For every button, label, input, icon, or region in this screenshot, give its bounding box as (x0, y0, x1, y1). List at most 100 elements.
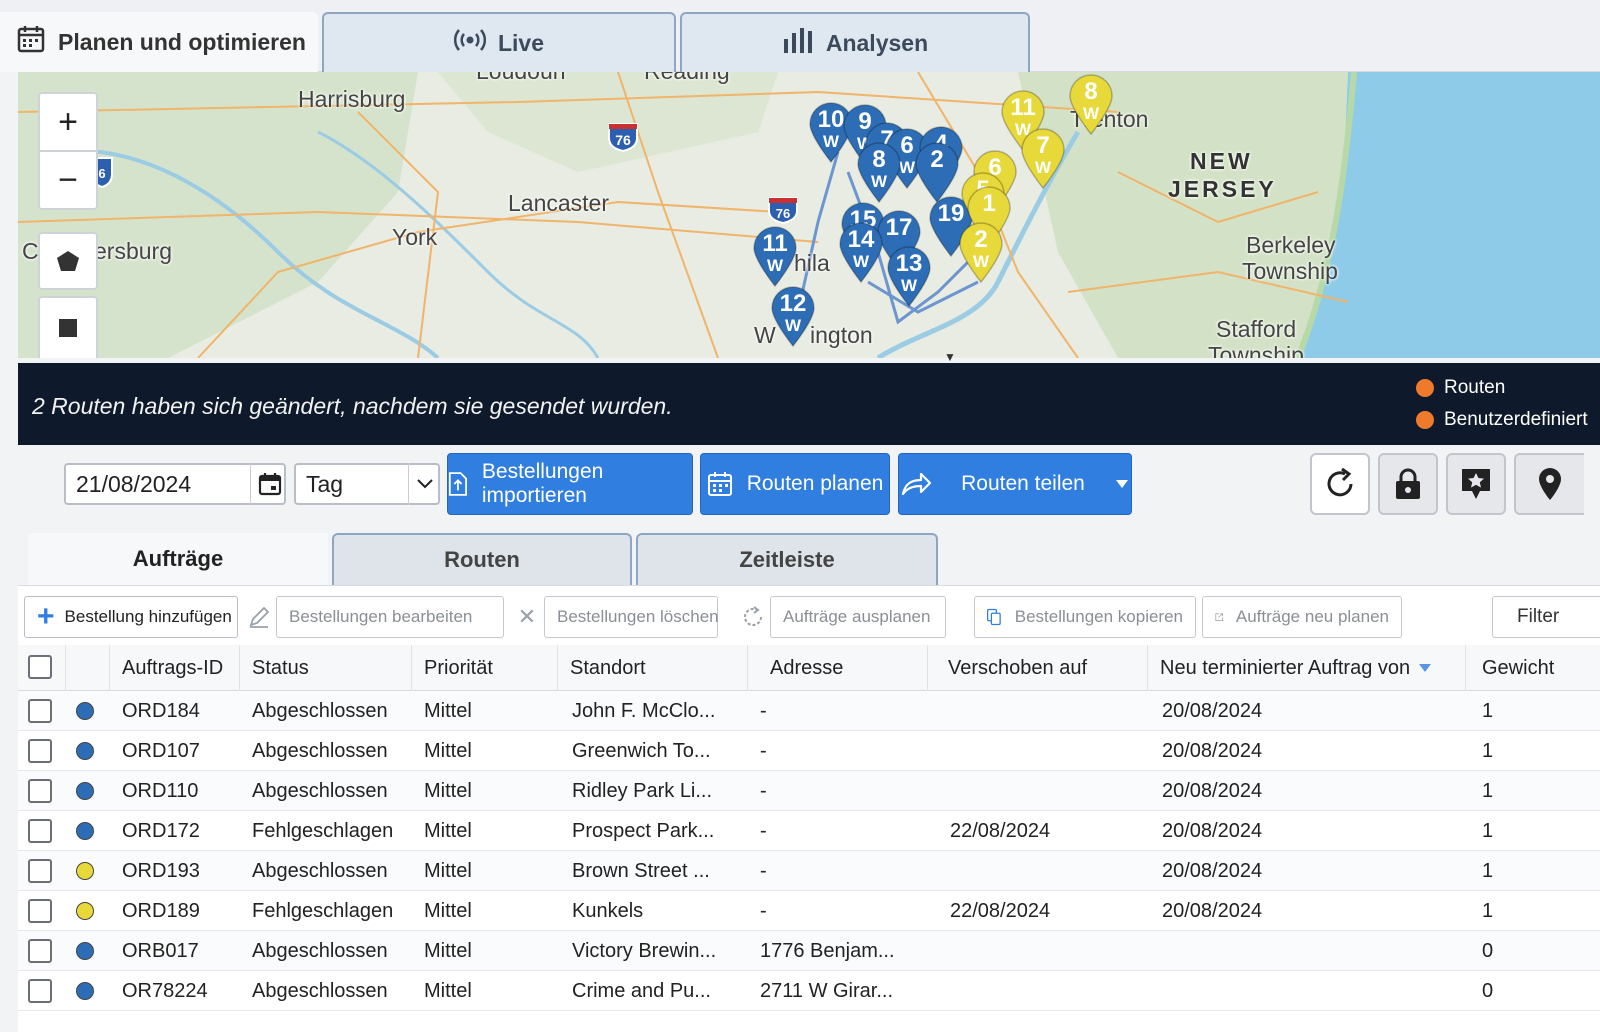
chevron-down-icon[interactable] (408, 463, 440, 505)
delete-orders-button[interactable]: Bestellungen löschen (544, 596, 719, 638)
bar-chart-icon (782, 27, 814, 59)
column-header-postponed[interactable]: Verschoben auf (928, 645, 1148, 691)
table-row[interactable]: ORD193 Abgeschlossen Mittel Brown Street ..… (18, 851, 1600, 891)
edit-orders-button[interactable]: Bestellungen bearbeiten (276, 596, 504, 638)
map-label-chambersburg-c: C (22, 238, 39, 264)
table-row[interactable]: OR78224 Abgeschlossen Mittel Crime and Pu..… (18, 971, 1600, 1011)
row-checkbox[interactable] (28, 699, 52, 723)
plan-routes-button[interactable]: Routen planen (700, 453, 890, 515)
cell-verschoben (950, 691, 1148, 731)
cell-id: ORD189 (122, 899, 200, 922)
map-label-new: NEW (1190, 148, 1253, 174)
marker-number: 13 (895, 250, 923, 277)
draw-polygon-button[interactable] (38, 232, 98, 290)
table-row[interactable]: ORB017 Abgeschlossen Mittel Victory Brewin.… (18, 931, 1600, 971)
row-checkbox[interactable] (28, 979, 52, 1003)
yellow-route-marker[interactable]: 2W (958, 222, 1004, 284)
table-row[interactable]: ORD184 Abgeschlossen Mittel John F. McClo..… (18, 691, 1600, 731)
column-header-priority[interactable]: Priorität (412, 645, 558, 691)
row-checkbox[interactable] (28, 859, 52, 883)
blue-route-marker[interactable]: 13 W (886, 246, 932, 308)
column-header-location[interactable]: Standort (558, 645, 748, 691)
map-label-chambersburg: ersburg (94, 238, 172, 264)
yellow-route-marker[interactable]: 7W (1020, 128, 1066, 190)
button-label: Routen teilen (961, 472, 1085, 495)
column-header-rescheduled[interactable]: Neu terminierter Auftrag von (1148, 645, 1466, 691)
share-routes-button[interactable]: Routen teilen (898, 453, 1132, 515)
map-label-york: York (392, 224, 438, 250)
column-header-address[interactable]: Adresse (748, 645, 928, 691)
filter-button[interactable]: Filter (1492, 596, 1600, 638)
column-header-status[interactable]: Status (240, 645, 412, 691)
zoom-out-button[interactable]: − (38, 152, 98, 210)
cell-neu: 20/08/2024 (1162, 739, 1263, 762)
tab-live[interactable]: Live (322, 12, 676, 72)
interstate-shield-icon: 76 (766, 194, 800, 229)
lock-button[interactable] (1378, 453, 1438, 515)
blue-route-marker[interactable]: 14 W (838, 222, 884, 284)
cell-neu (1162, 931, 1466, 971)
tab-zeitleiste[interactable]: Zeitleiste (636, 533, 938, 585)
cell-neu: 20/08/2024 (1162, 699, 1263, 722)
column-header-weight[interactable]: Gewicht (1466, 645, 1600, 691)
favorite-location-button[interactable] (1446, 453, 1506, 515)
cell-gewicht: 0 (1482, 979, 1494, 1002)
close-icon: ✕ (517, 604, 537, 629)
button-label: Bestellung hinzufügen (64, 607, 232, 626)
table-row[interactable]: ORD107 Abgeschlossen Mittel Greenwich To...… (18, 731, 1600, 771)
row-checkbox[interactable] (28, 939, 52, 963)
route-color-dot (76, 902, 94, 920)
cell-id: OR78224 (122, 979, 208, 1002)
marker-sub-label: W (870, 172, 888, 191)
blue-route-marker[interactable]: 8W (856, 142, 902, 204)
replan-orders-button[interactable]: Aufträge neu planen (1202, 596, 1402, 638)
table-row[interactable]: ORD172 Fehlgeschlagen Mittel Prospect Park.… (18, 811, 1600, 851)
cell-id: ORD107 (122, 739, 200, 762)
map-view[interactable]: Loudoun Reading Harrisburg Trenton Lanca… (18, 72, 1600, 358)
row-checkbox[interactable] (28, 819, 52, 843)
cell-prio: Mittel (424, 779, 472, 802)
table-row[interactable]: ORD110 Abgeschlossen Mittel Ridley Park Li.… (18, 771, 1600, 811)
row-checkbox[interactable] (28, 899, 52, 923)
blue-route-marker[interactable]: 11 W (752, 226, 798, 288)
marker-number: 14 (847, 226, 875, 253)
add-order-button[interactable]: + Bestellung hinzufügen (24, 596, 238, 638)
location-button[interactable] (1514, 453, 1584, 515)
copy-orders-button[interactable]: Bestellungen kopieren (974, 596, 1196, 638)
column-header-id[interactable]: Auftrags-ID (110, 645, 240, 691)
row-checkbox[interactable] (28, 779, 52, 803)
collapse-map-handle[interactable]: ▼ (920, 350, 980, 364)
copy-icon (987, 608, 1001, 626)
cell-prio: Mittel (424, 819, 472, 842)
import-orders-button[interactable]: Bestellungen importieren (447, 453, 693, 515)
map-label-lancaster: Lancaster (508, 190, 610, 216)
blue-route-marker[interactable]: 12 W (770, 286, 816, 348)
draw-rectangle-button[interactable] (38, 296, 98, 358)
cell-gewicht: 1 (1482, 739, 1494, 762)
tab-routen[interactable]: Routen (332, 533, 632, 585)
share-arrow-icon (902, 472, 932, 496)
unplan-orders-button[interactable]: Aufträge ausplanen (770, 596, 946, 638)
cell-id: ORB017 (122, 939, 199, 962)
cell-standort: Brown Street ... (572, 859, 710, 882)
tab-auftraege[interactable]: Aufträge (28, 533, 328, 585)
select-all-checkbox[interactable] (28, 655, 52, 679)
cell-gewicht: 1 (1482, 699, 1494, 722)
zoom-in-button[interactable]: + (38, 92, 98, 152)
button-label: Bestellungen importieren (481, 460, 604, 507)
cell-gewicht: 1 (1482, 859, 1494, 882)
yellow-route-marker[interactable]: 8W (1068, 74, 1114, 136)
map-label-loudoun: Loudoun (476, 72, 566, 85)
refresh-button[interactable] (1310, 453, 1370, 515)
cell-verschoben (950, 731, 1148, 771)
cell-adresse: - (760, 739, 767, 762)
orders-table: Auftrags-ID Status Priorität Standort Ad… (18, 645, 1600, 1032)
row-checkbox[interactable] (28, 739, 52, 763)
tab-planen-und-optimieren[interactable]: Planen und optimieren (0, 12, 318, 72)
blue-route-marker[interactable]: 2 (914, 142, 960, 204)
tab-analysen[interactable]: Analysen (680, 12, 1030, 72)
map-pin-icon (1539, 468, 1561, 500)
table-row[interactable]: ORD189 Fehlgeschlagen Mittel Kunkels - 22/08/… (18, 891, 1600, 931)
cell-verschoben (950, 931, 1148, 971)
calendar-picker-icon[interactable] (250, 463, 288, 505)
